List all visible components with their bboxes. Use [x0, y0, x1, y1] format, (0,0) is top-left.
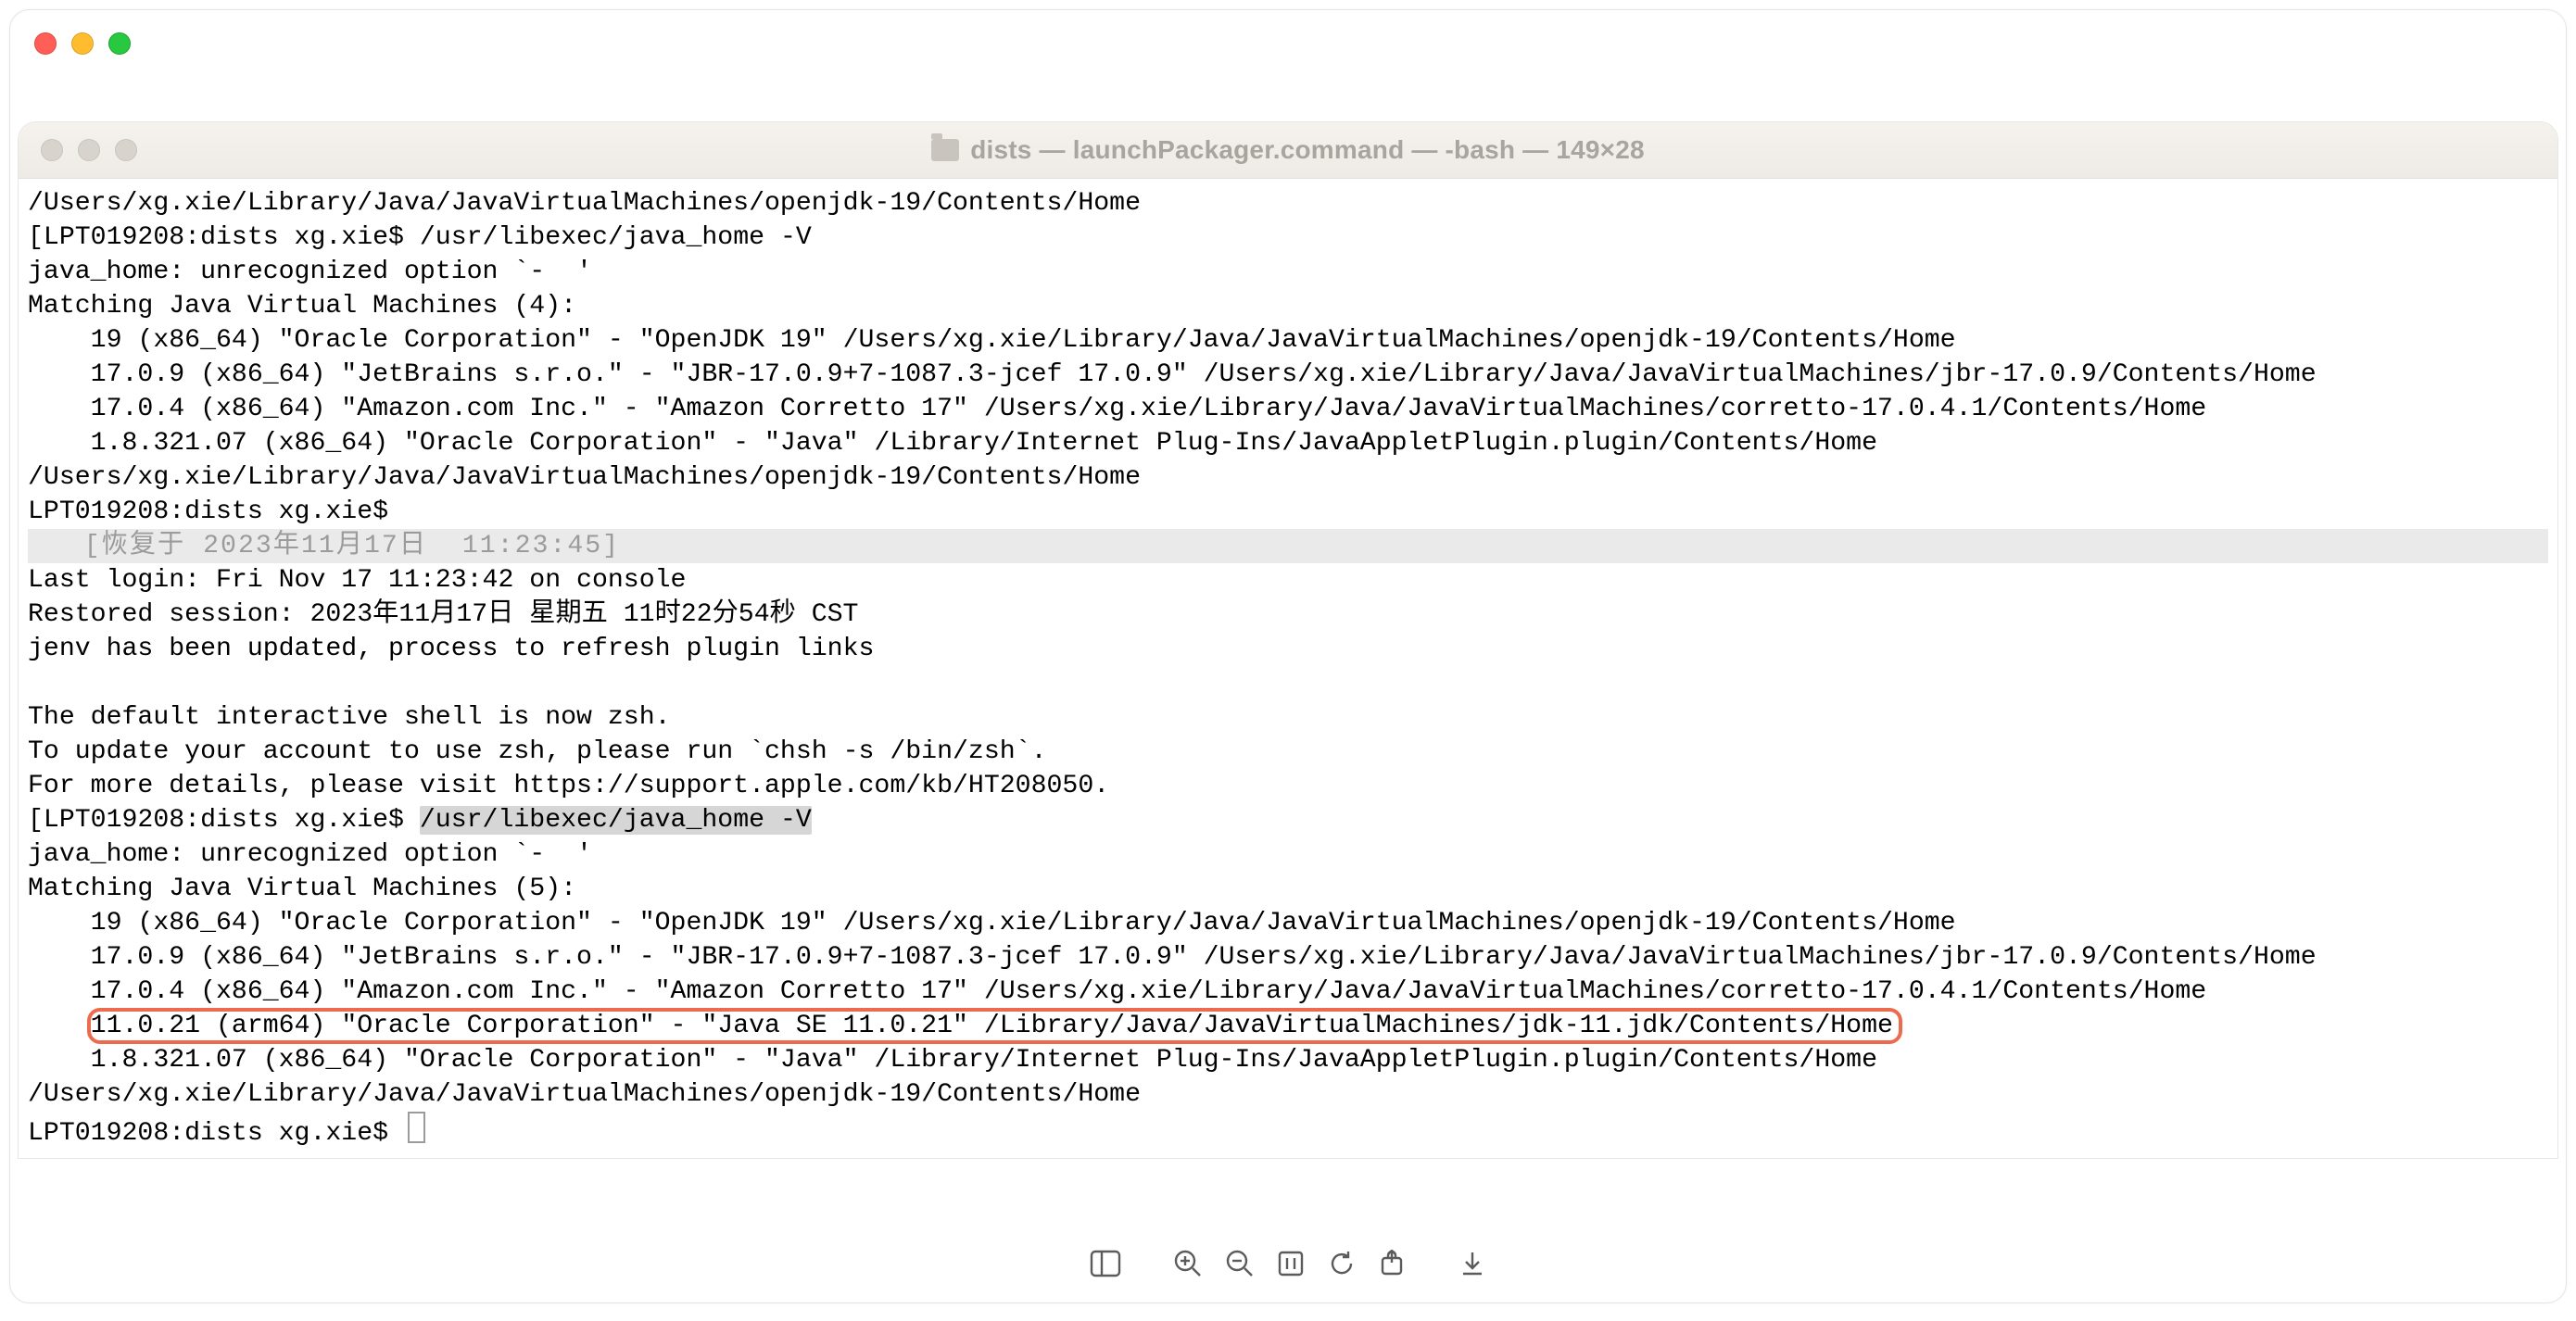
terminal-titlebar[interactable]: dists — launchPackager.command — -bash —…	[19, 122, 2557, 179]
output-line: java_home: unrecognized option `- '	[28, 255, 2548, 289]
prompt-line: LPT019208:dists xg.xie$	[28, 495, 2548, 529]
output-line	[28, 666, 2548, 700]
output-line: [LPT019208:dists xg.xie$ /usr/libexec/ja…	[28, 803, 2548, 837]
open-in-new-icon[interactable]	[1379, 1250, 1407, 1277]
indent	[28, 1012, 91, 1040]
terminal-title: dists — launchPackager.command — -bash —…	[931, 135, 1645, 165]
output-line: Matching Java Virtual Machines (5):	[28, 872, 2548, 906]
output-line: [LPT019208:dists xg.xie$ /usr/libexec/ja…	[28, 220, 2548, 255]
zoom-icon[interactable]	[108, 32, 131, 55]
output-line: 17.0.9 (x86_64) "JetBrains s.r.o." - "JB…	[28, 940, 2548, 975]
command-text: /usr/libexec/java_home -V	[420, 223, 812, 252]
output-line: 19 (x86_64) "Oracle Corporation" - "Open…	[28, 906, 2548, 940]
output-line: 1.8.321.07 (x86_64) "Oracle Corporation"…	[28, 426, 2548, 460]
viewer-toolbar	[1090, 1249, 1486, 1278]
outer-window: dists — launchPackager.command — -bash —…	[9, 9, 2567, 1303]
output-line: 11.0.21 (arm64) "Oracle Corporation" - "…	[28, 1009, 2548, 1043]
terminal-window: dists — launchPackager.command — -bash —…	[18, 121, 2558, 1159]
zoom-icon[interactable]	[115, 139, 137, 161]
close-icon[interactable]	[41, 139, 63, 161]
outer-window-controls	[34, 32, 131, 55]
rotate-icon[interactable]	[1327, 1249, 1357, 1278]
terminal-title-text: dists — launchPackager.command — -bash —…	[970, 135, 1645, 165]
minimize-icon[interactable]	[71, 32, 94, 55]
prompt: [LPT019208:dists xg.xie$	[28, 223, 420, 252]
output-line: /Users/xg.xie/Library/Java/JavaVirtualMa…	[28, 460, 2548, 495]
folder-icon	[931, 139, 959, 161]
minimize-icon[interactable]	[78, 139, 100, 161]
download-icon[interactable]	[1458, 1250, 1486, 1277]
output-line: java_home: unrecognized option `- '	[28, 837, 2548, 872]
output-line: /Users/xg.xie/Library/Java/JavaVirtualMa…	[28, 1077, 2548, 1112]
output-line: 1.8.321.07 (x86_64) "Oracle Corporation"…	[28, 1043, 2548, 1077]
output-line: 17.0.4 (x86_64) "Amazon.com Inc." - "Ama…	[28, 392, 2548, 426]
output-line: jenv has been updated, process to refres…	[28, 632, 2548, 666]
terminal-output[interactable]: /Users/xg.xie/Library/Java/JavaVirtualMa…	[19, 179, 2557, 1158]
zoom-in-icon[interactable]	[1173, 1249, 1203, 1278]
command-text: /usr/libexec/java_home -V	[420, 806, 812, 835]
output-line: Last login: Fri Nov 17 11:23:42 on conso…	[28, 563, 2548, 598]
prompt-line: LPT019208:dists xg.xie$	[28, 1112, 2548, 1151]
output-line: 17.0.4 (x86_64) "Amazon.com Inc." - "Ama…	[28, 975, 2548, 1009]
output-line: Restored session: 2023年11月17日 星期五 11时22分…	[28, 598, 2548, 632]
output-line: 17.0.9 (x86_64) "JetBrains s.r.o." - "JB…	[28, 358, 2548, 392]
prompt: [LPT019208:dists xg.xie$	[28, 806, 420, 835]
restore-banner: [恢复于 2023年11月17日 11:23:45]	[28, 529, 2548, 563]
sidebar-toggle-icon[interactable]	[1090, 1250, 1121, 1277]
output-line: Matching Java Virtual Machines (4):	[28, 289, 2548, 323]
actual-size-icon[interactable]	[1277, 1250, 1305, 1277]
terminal-window-controls	[41, 139, 137, 161]
output-line: To update your account to use zsh, pleas…	[28, 735, 2548, 769]
zoom-out-icon[interactable]	[1225, 1249, 1255, 1278]
cursor-icon	[408, 1112, 425, 1143]
output-line: /Users/xg.xie/Library/Java/JavaVirtualMa…	[28, 186, 2548, 220]
output-line: 19 (x86_64) "Oracle Corporation" - "Open…	[28, 323, 2548, 358]
close-icon[interactable]	[34, 32, 57, 55]
highlighted-line: 11.0.21 (arm64) "Oracle Corporation" - "…	[87, 1008, 1902, 1044]
prompt: LPT019208:dists xg.xie$	[28, 1119, 404, 1148]
output-line: The default interactive shell is now zsh…	[28, 700, 2548, 735]
output-line: For more details, please visit https://s…	[28, 769, 2548, 803]
